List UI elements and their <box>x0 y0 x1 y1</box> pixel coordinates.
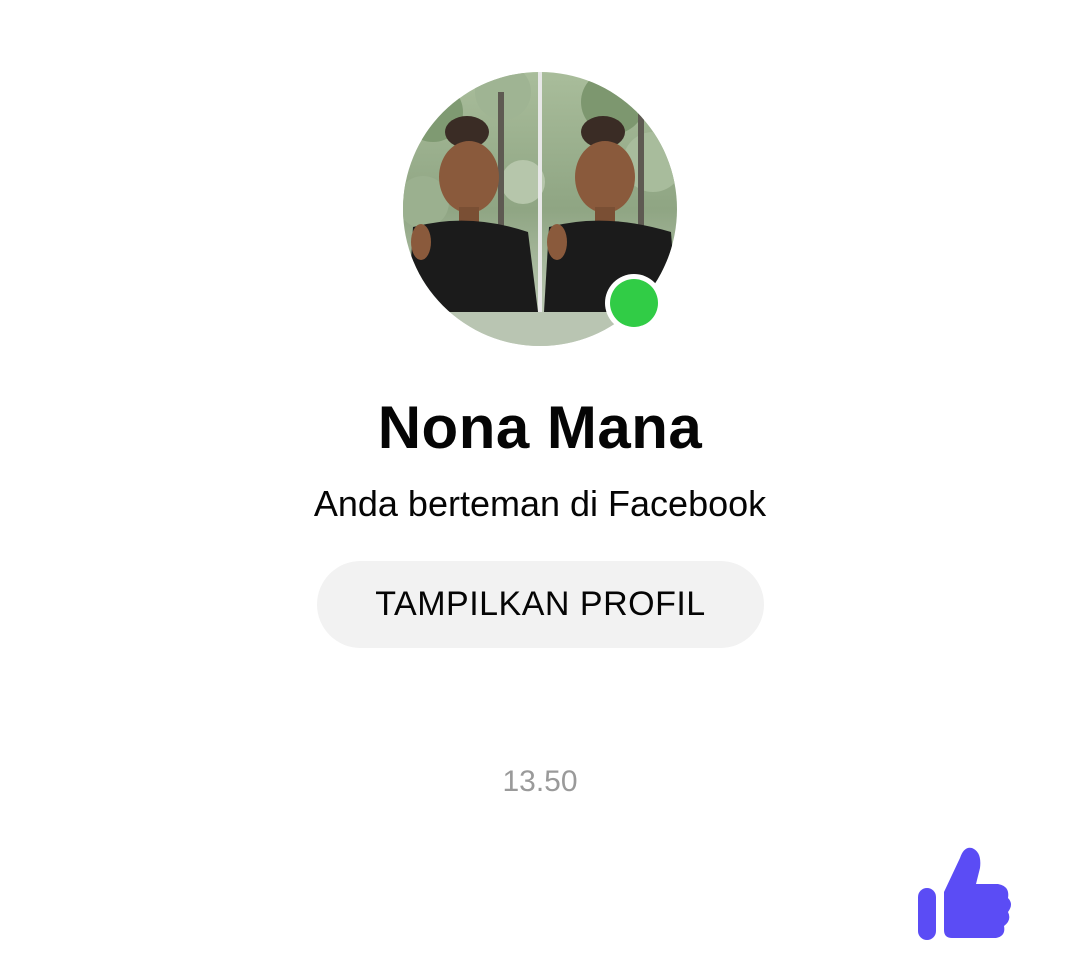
friendship-status-text: Anda berteman di Facebook <box>313 483 767 524</box>
like-button[interactable] <box>912 842 1016 946</box>
conversation-screen: Nona Mana Anda berteman di Facebook TAMP… <box>0 0 1080 976</box>
avatar-container[interactable] <box>403 72 677 346</box>
online-status-indicator <box>605 274 663 332</box>
message-timestamp: 13.50 <box>502 765 578 798</box>
contact-name: Nona Mana <box>377 394 703 461</box>
thumbs-up-icon <box>918 847 1011 940</box>
view-profile-button[interactable]: TAMPILKAN PROFIL <box>317 561 764 648</box>
online-status-dot <box>610 279 658 327</box>
